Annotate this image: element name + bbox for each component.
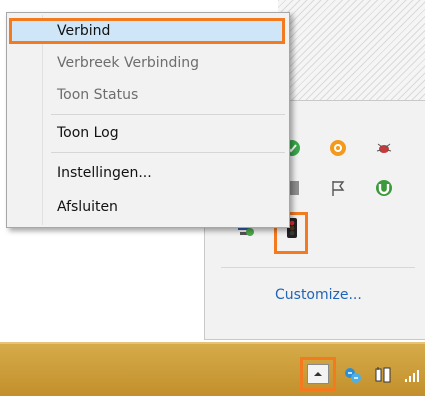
context-menu: Verbind Verbreek Verbinding Toon Status … (6, 12, 290, 228)
menu-item-afsluiten[interactable]: Afsluiten (9, 194, 285, 220)
menu-item-toon-log[interactable]: Toon Log (9, 120, 285, 146)
network-share-icon[interactable] (342, 364, 364, 386)
menu-separator (51, 114, 285, 115)
menu-separator (51, 152, 285, 153)
taskbar-edge (0, 342, 425, 344)
bug-icon[interactable] (373, 137, 395, 159)
menu-item-toon-status[interactable]: Toon Status (9, 82, 285, 108)
avast-icon[interactable] (327, 137, 349, 159)
tray-separator (221, 267, 415, 268)
flag-icon[interactable] (327, 177, 349, 199)
power-icon[interactable] (372, 364, 394, 386)
menu-item-instellingen[interactable]: Instellingen... (9, 160, 285, 186)
signal-icon[interactable] (402, 364, 424, 386)
menu-item-verbreek-verbinding[interactable]: Verbreek Verbinding (9, 50, 285, 76)
menu-item-verbind[interactable]: Verbind (9, 18, 285, 44)
utorrent-icon[interactable] (373, 177, 395, 199)
show-hidden-icons-button[interactable] (300, 357, 336, 391)
customize-link[interactable]: Customize... (275, 287, 362, 303)
chevron-up-icon (307, 364, 329, 384)
desktop-background (278, 0, 425, 112)
